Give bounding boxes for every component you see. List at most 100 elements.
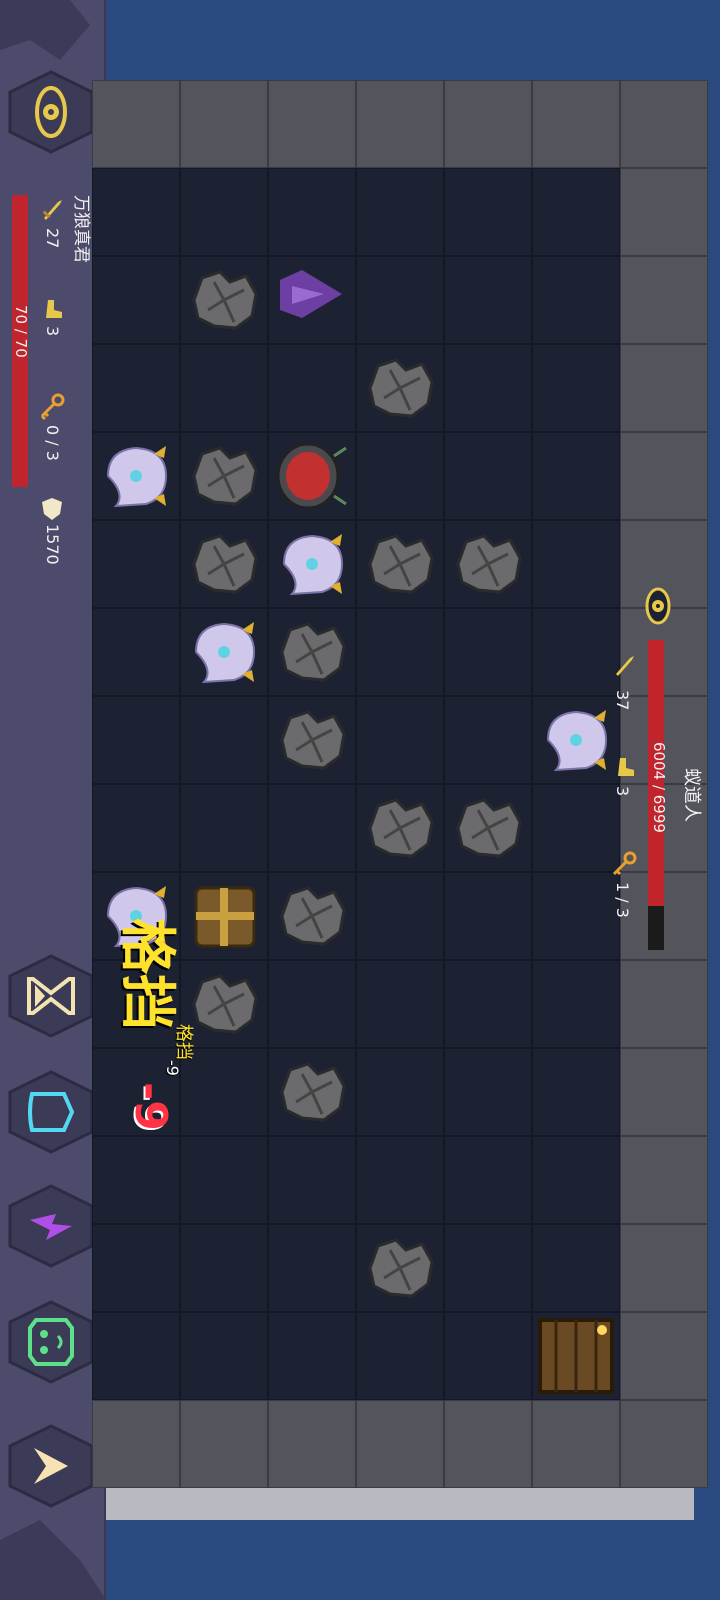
hourglass-button[interactable] (6, 954, 96, 1038)
wall-tile (180, 1400, 268, 1488)
floor-tile[interactable] (444, 1312, 532, 1400)
floor-tile[interactable] (180, 344, 268, 432)
wall-tile (532, 1400, 620, 1488)
floor-tile[interactable] (268, 344, 356, 432)
floor-tile[interactable] (444, 344, 532, 432)
floor-tile[interactable] (532, 432, 620, 520)
floor-tile[interactable] (180, 168, 268, 256)
floor-tile[interactable] (532, 1136, 620, 1224)
player-keys: 0 / 3 (43, 425, 62, 461)
ghost-enemy[interactable] (96, 436, 176, 516)
floor-tile[interactable] (444, 168, 532, 256)
floor-tile[interactable] (532, 784, 620, 872)
floor-tile[interactable] (92, 1312, 180, 1400)
floor-tile[interactable] (92, 608, 180, 696)
floor-tile[interactable] (532, 344, 620, 432)
floor-tile[interactable] (180, 1224, 268, 1312)
floor-tile[interactable] (444, 872, 532, 960)
floor-tile[interactable] (92, 344, 180, 432)
floor-tile[interactable] (444, 960, 532, 1048)
lightning-button[interactable] (6, 1184, 96, 1268)
floor-tile[interactable] (444, 432, 532, 520)
floor-tile[interactable] (356, 1048, 444, 1136)
floor-tile[interactable] (444, 608, 532, 696)
ghost-enemy[interactable] (272, 524, 352, 604)
cat-mask-button[interactable] (6, 1300, 96, 1384)
floor-tile[interactable] (268, 168, 356, 256)
ghost-enemy[interactable] (184, 612, 264, 692)
player-attack: 27 (43, 228, 62, 249)
block-text-small: 格挡 (173, 1024, 194, 1060)
floor-tile[interactable] (356, 168, 444, 256)
rock-obstacle (360, 524, 440, 604)
floor-tile[interactable] (180, 1312, 268, 1400)
floor-tile[interactable] (180, 1136, 268, 1224)
wall-tile (356, 1400, 444, 1488)
wall-tile (620, 80, 708, 168)
floor-tile[interactable] (356, 960, 444, 1048)
floor-tile[interactable] (356, 1136, 444, 1224)
player-hp-text: 70 / 70 (12, 305, 30, 358)
treasure-chest[interactable] (184, 876, 264, 956)
floor-tile[interactable] (268, 1224, 356, 1312)
floor-tile[interactable] (92, 256, 180, 344)
floor-tile[interactable] (92, 520, 180, 608)
rock-obstacle (184, 436, 264, 516)
floor-tile[interactable] (444, 256, 532, 344)
floor-tile[interactable] (444, 1048, 532, 1136)
floor-tile[interactable] (180, 1048, 268, 1136)
floor-tile[interactable] (532, 520, 620, 608)
floor-tile[interactable] (356, 432, 444, 520)
floor-tile[interactable] (532, 872, 620, 960)
floor-tile[interactable] (532, 608, 620, 696)
damage-number-small: -9 (163, 1060, 182, 1076)
floor-tile[interactable] (268, 1136, 356, 1224)
wall-tile (620, 1136, 708, 1224)
floor-tile[interactable] (268, 960, 356, 1048)
ghost-enemy[interactable] (536, 700, 616, 780)
floor-tile[interactable] (92, 696, 180, 784)
rock-obstacle (448, 524, 528, 604)
shield-button[interactable] (6, 1070, 96, 1154)
floor-tile[interactable] (356, 608, 444, 696)
floor-tile[interactable] (180, 784, 268, 872)
boot-icon (46, 300, 62, 318)
floor-tile[interactable] (180, 696, 268, 784)
floor-tile[interactable] (268, 784, 356, 872)
floor-tile[interactable] (532, 168, 620, 256)
rock-obstacle (360, 788, 440, 868)
floor-tile[interactable] (92, 168, 180, 256)
crystal-item[interactable] (272, 260, 352, 340)
floor-tile[interactable] (356, 1312, 444, 1400)
floor-tile[interactable] (92, 784, 180, 872)
block-text-large: 格挡 (114, 918, 179, 1030)
floor-tile[interactable] (444, 1136, 532, 1224)
hud-panel: 万狼真君 70 / 70 27 3 0 / 3 1570 (0, 0, 106, 1600)
floor-tile[interactable] (356, 696, 444, 784)
wall-tile (620, 432, 708, 520)
rock-obstacle (272, 876, 352, 956)
rock-obstacle (184, 524, 264, 604)
floor-tile[interactable] (444, 696, 532, 784)
floor-tile[interactable] (356, 872, 444, 960)
wall-tile (620, 1312, 708, 1400)
view-toggle-button[interactable] (6, 70, 96, 154)
enemy-boot-icon (618, 758, 634, 776)
floor-tile[interactable] (532, 1224, 620, 1312)
floor-tile[interactable] (356, 256, 444, 344)
rock-obstacle (272, 700, 352, 780)
enemy-sword-icon (616, 656, 634, 676)
game-board[interactable] (92, 80, 708, 1520)
floor-tile[interactable] (268, 1312, 356, 1400)
floor-tile[interactable] (532, 960, 620, 1048)
floor-tile[interactable] (532, 1048, 620, 1136)
red-boss-enemy[interactable] (272, 436, 352, 516)
rock-obstacle (448, 788, 528, 868)
floor-tile[interactable] (92, 1136, 180, 1224)
floor-tile[interactable] (92, 1224, 180, 1312)
exit-door[interactable] (536, 1316, 616, 1396)
floor-tile[interactable] (444, 1224, 532, 1312)
jump-button[interactable] (6, 1424, 96, 1508)
floor-tile[interactable] (532, 256, 620, 344)
wall-tile (92, 80, 180, 168)
